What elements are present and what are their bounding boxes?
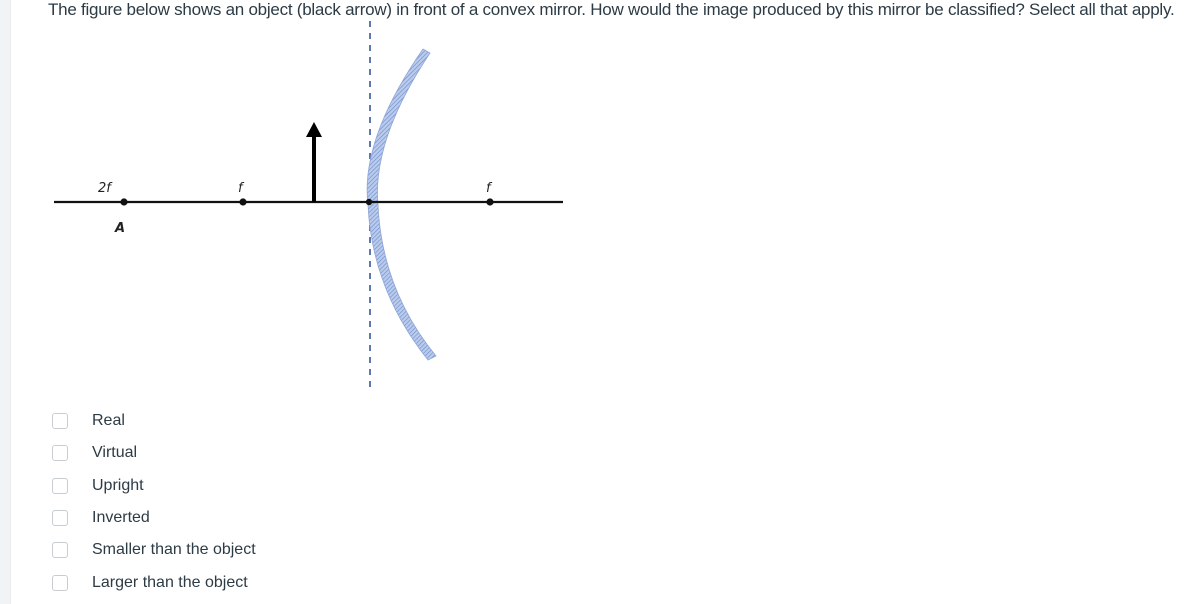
point-2f	[120, 198, 128, 206]
point-mirror-vertex	[365, 198, 373, 206]
label-f-right: f	[486, 181, 493, 196]
option-virtual[interactable]: Virtual	[52, 437, 256, 469]
option-label: Upright	[92, 476, 144, 494]
option-label: Real	[92, 412, 125, 430]
option-smaller[interactable]: Smaller than the object	[52, 534, 256, 566]
option-real[interactable]: Real	[52, 405, 256, 437]
option-label: Larger than the object	[92, 573, 248, 591]
mirror-diagram: 2f A f f	[54, 21, 563, 393]
checkbox-larger[interactable]	[52, 574, 68, 591]
option-label: Virtual	[92, 444, 138, 462]
label-point-a: A	[114, 221, 125, 236]
option-label: Inverted	[92, 509, 150, 527]
convex-mirror	[366, 48, 437, 361]
checkbox-inverted[interactable]	[52, 510, 68, 527]
checkbox-upright[interactable]	[52, 477, 68, 494]
option-inverted[interactable]: Inverted	[52, 502, 256, 534]
option-larger[interactable]: Larger than the object	[52, 566, 256, 598]
option-upright[interactable]: Upright	[52, 470, 256, 502]
option-label: Smaller than the object	[92, 541, 256, 559]
answer-options: Real Virtual Upright Inverted Smaller th…	[52, 405, 256, 599]
checkbox-real[interactable]	[52, 413, 68, 430]
point-f-left	[239, 198, 247, 206]
checkbox-smaller[interactable]	[52, 542, 68, 559]
label-f-left: f	[238, 181, 245, 196]
point-f-right	[486, 198, 494, 206]
object-arrow	[306, 122, 322, 202]
label-2f: 2f	[98, 181, 113, 196]
checkbox-virtual[interactable]	[52, 445, 68, 462]
